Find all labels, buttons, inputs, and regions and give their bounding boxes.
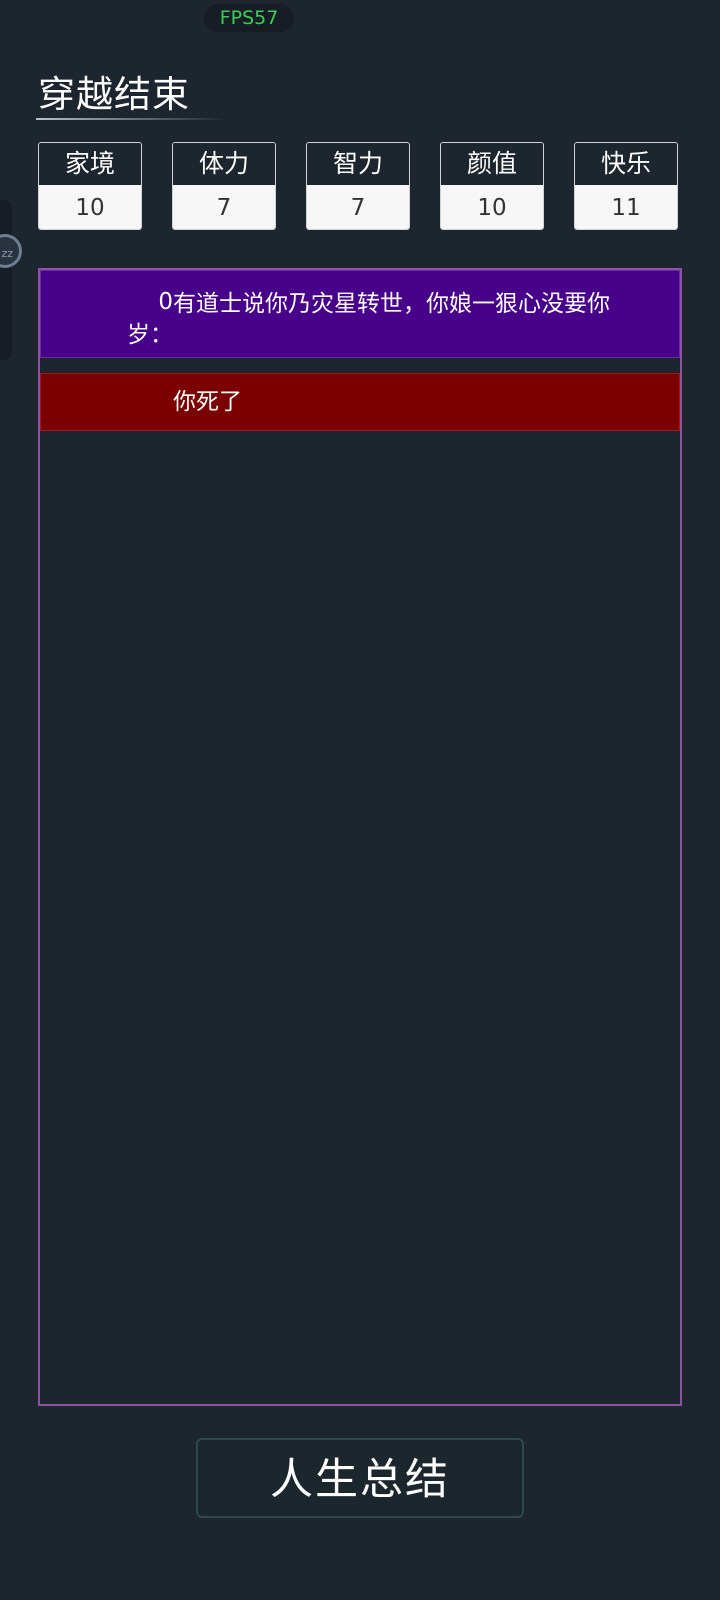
stat-label: 体力: [173, 143, 275, 185]
stat-value: 10: [441, 185, 543, 229]
stat-strength: 体力 7: [172, 142, 276, 230]
title-underline: [36, 118, 226, 120]
stat-label: 颜值: [441, 143, 543, 185]
event-text: 你死了: [173, 389, 242, 415]
stat-value: 7: [173, 185, 275, 229]
game-screen: FPS57 zz 穿越结束 家境 10 体力 7 智力 7 颜值 10 快乐 1…: [0, 0, 720, 1600]
attribute-stats: 家境 10 体力 7 智力 7 颜值 10 快乐 11: [38, 142, 682, 232]
stat-value: 10: [39, 185, 141, 229]
event-text: 有道士说你乃灾星转世，你娘一狠心没要你: [173, 291, 610, 317]
stat-label: 快乐: [575, 143, 677, 185]
event-item-death: 你死了: [40, 373, 680, 431]
life-summary-button[interactable]: 人生总结: [196, 1438, 524, 1518]
stat-happiness: 快乐 11: [574, 142, 678, 230]
life-event-log[interactable]: 0岁： 有道士说你乃灾星转世，你娘一狠心没要你 你死了: [38, 268, 682, 1406]
fps-counter: FPS57: [204, 4, 294, 32]
stat-label: 家境: [39, 143, 141, 185]
page-title: 穿越结束: [38, 73, 190, 116]
stat-family: 家境 10: [38, 142, 142, 230]
event-item-age-0: 0岁： 有道士说你乃灾星转世，你娘一狠心没要你: [40, 270, 680, 358]
stat-label: 智力: [307, 143, 409, 185]
stat-value: 11: [575, 185, 677, 229]
floating-side-panel[interactable]: [0, 200, 12, 360]
floating-bubble-icon[interactable]: zz: [0, 234, 22, 268]
stat-intelligence: 智力 7: [306, 142, 410, 230]
stat-appearance: 颜值 10: [440, 142, 544, 230]
event-age: 0岁：: [127, 289, 173, 348]
stat-value: 7: [307, 185, 409, 229]
